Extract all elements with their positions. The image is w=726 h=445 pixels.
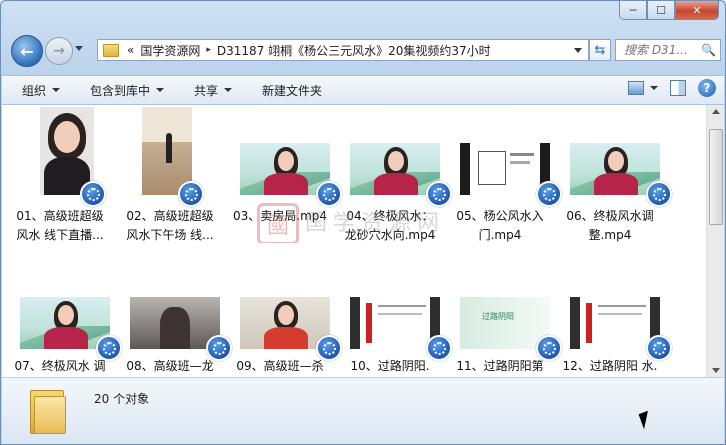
caption-buttons: ─ ☐ ✕ xyxy=(619,1,719,20)
breadcrumb-separator-icon[interactable]: ▸ xyxy=(206,45,211,55)
file-name: 11、过路阴阳第 xyxy=(456,359,544,373)
file-name: 07、终极风水 调 xyxy=(14,359,106,373)
change-view-button[interactable] xyxy=(628,81,658,95)
breadcrumb-overflow[interactable]: « xyxy=(127,43,134,57)
include-in-library-menu[interactable]: 包含到库中 xyxy=(90,82,165,99)
details-pane: 20 个对象 xyxy=(2,377,724,444)
preview-pane-button[interactable] xyxy=(670,80,686,96)
share-label: 共享 xyxy=(194,83,219,98)
breadcrumb-item-root[interactable]: 国学资源网 xyxy=(140,42,200,59)
view-icon xyxy=(628,81,644,95)
item-count: 20 个对象 xyxy=(94,392,150,406)
breadcrumb-item-current[interactable]: D31187 翊桐《杨公三元风水》20集视频约37小时 xyxy=(217,42,491,59)
video-file-icon xyxy=(536,181,562,207)
vertical-scrollbar[interactable] xyxy=(706,105,724,377)
chevron-down-icon xyxy=(650,86,658,90)
address-dropdown-icon[interactable] xyxy=(574,48,582,53)
file-name: 01、高级班超级 风水 线下直播... xyxy=(16,209,104,242)
folder-icon xyxy=(103,43,119,57)
breadcrumb: « 国学资源网 ▸ D31187 翊桐《杨公三元风水》20集视频约37小时 xyxy=(127,42,491,59)
video-file-icon xyxy=(646,181,672,207)
minimize-button[interactable]: ─ xyxy=(619,1,647,20)
folder-icon xyxy=(30,386,66,434)
file-name: 12、过路阴阳 水. xyxy=(562,359,658,373)
video-file-icon xyxy=(80,181,106,207)
refresh-button[interactable]: ⇆ xyxy=(589,39,611,61)
file-name: 10、过路阴阳. xyxy=(350,359,430,373)
organize-menu[interactable]: 组织 xyxy=(22,82,61,99)
file-name: 02、高级班超级 风水下午场 线... xyxy=(126,209,214,242)
help-button[interactable]: ? xyxy=(698,79,716,97)
command-bar: 组织 包含到库中 共享 新建文件夹 ? xyxy=(2,75,724,105)
scroll-up-icon[interactable] xyxy=(712,109,720,114)
video-file-icon xyxy=(316,181,342,207)
file-name: 04、终极风水： 龙砂穴水向.mp4 xyxy=(344,209,436,242)
new-folder-label: 新建文件夹 xyxy=(262,83,323,98)
recent-pages-dropdown-icon[interactable] xyxy=(75,46,83,51)
maximize-button[interactable]: ☐ xyxy=(647,1,675,20)
close-button[interactable]: ✕ xyxy=(675,1,719,20)
chevron-down-icon xyxy=(52,88,61,92)
address-bar[interactable]: « 国学资源网 ▸ D31187 翊桐《杨公三元风水》20集视频约37小时 xyxy=(97,39,589,61)
explorer-window: ─ ☐ ✕ ← → « 国学资源网 ▸ D31187 翊桐《杨公三元风水》20集… xyxy=(0,0,726,445)
forward-button[interactable]: → xyxy=(45,37,73,65)
scrollbar-thumb[interactable] xyxy=(709,129,723,225)
file-name: 06、终极风水调 整.mp4 xyxy=(566,209,654,242)
scroll-down-icon[interactable] xyxy=(712,368,720,373)
search-input[interactable] xyxy=(624,43,696,57)
organize-label: 组织 xyxy=(22,83,47,98)
chevron-down-icon xyxy=(224,88,233,92)
file-view: 01、高级班超级 风水 线下直播... 02、高级班超级 风水下午场 线... 03… xyxy=(2,105,724,377)
include-library-label: 包含到库中 xyxy=(90,83,151,98)
file-name: 08、高级班—龙 xyxy=(126,359,214,373)
share-menu[interactable]: 共享 xyxy=(194,82,233,99)
back-button[interactable]: ← xyxy=(11,35,43,67)
navigation-bar: ← → « 国学资源网 ▸ D31187 翊桐《杨公三元风水》20集视频约37小… xyxy=(9,31,721,71)
file-name: 03、卖房局.mp4 xyxy=(232,209,328,223)
search-box[interactable]: 🔍 xyxy=(615,39,721,61)
video-file-icon xyxy=(426,181,452,207)
slide-title: 过路阴阳 xyxy=(482,312,514,321)
new-folder-button[interactable]: 新建文件夹 xyxy=(262,82,322,99)
chevron-down-icon xyxy=(156,88,165,92)
video-file-icon xyxy=(178,181,204,207)
search-icon[interactable]: 🔍 xyxy=(701,43,716,57)
file-name: 05、杨公风水入 门.mp4 xyxy=(456,209,544,242)
file-name: 09、高级班—杀 xyxy=(236,359,324,373)
